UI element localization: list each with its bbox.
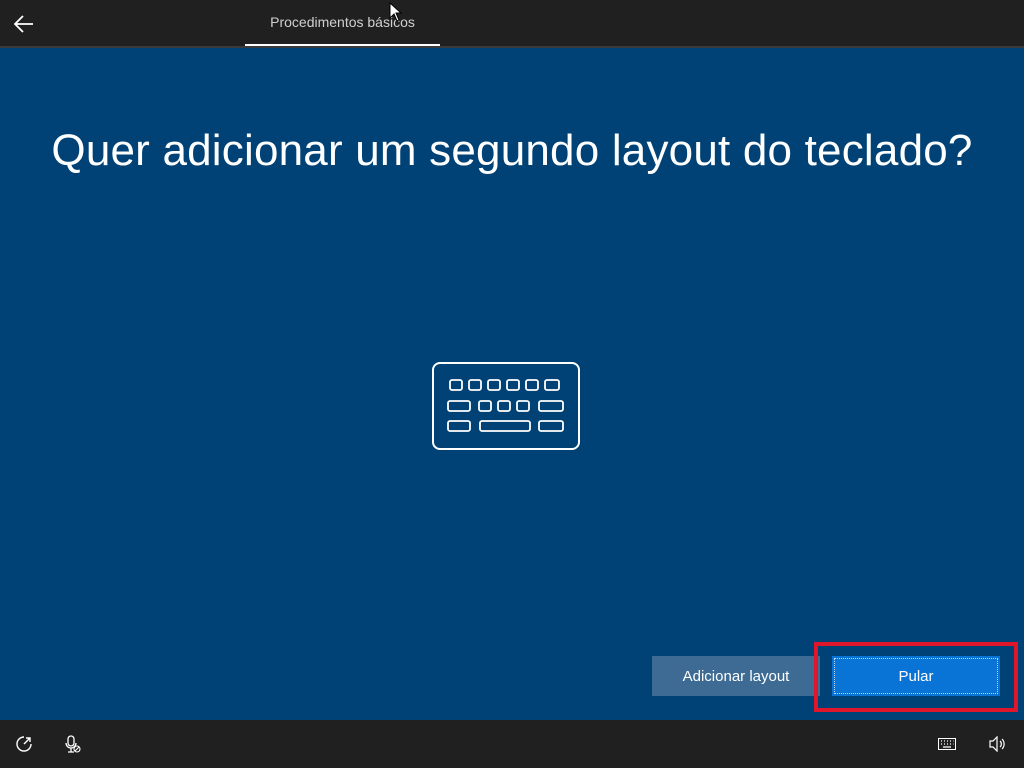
bottom-bar [0,720,1024,768]
tab-procedimentos-basicos[interactable]: Procedimentos básicos [245,0,440,46]
skip-button[interactable]: Pular [832,656,1000,696]
back-button[interactable] [8,8,40,40]
add-layout-button[interactable]: Adicionar layout [652,656,820,696]
page-title: Quer adicionar um segundo layout do tecl… [51,126,973,175]
keyboard-icon [432,362,580,450]
back-arrow-icon [14,15,33,33]
mouse-cursor-icon [389,2,403,22]
top-bar: Procedimentos básicos [0,0,1024,48]
keyboard-icon[interactable] [937,734,957,754]
ease-of-access-icon[interactable] [14,734,34,754]
oobe-screen: Procedimentos básicos Quer adicionar um … [0,0,1024,768]
volume-icon[interactable] [988,734,1008,754]
microphone-icon[interactable] [62,734,82,754]
